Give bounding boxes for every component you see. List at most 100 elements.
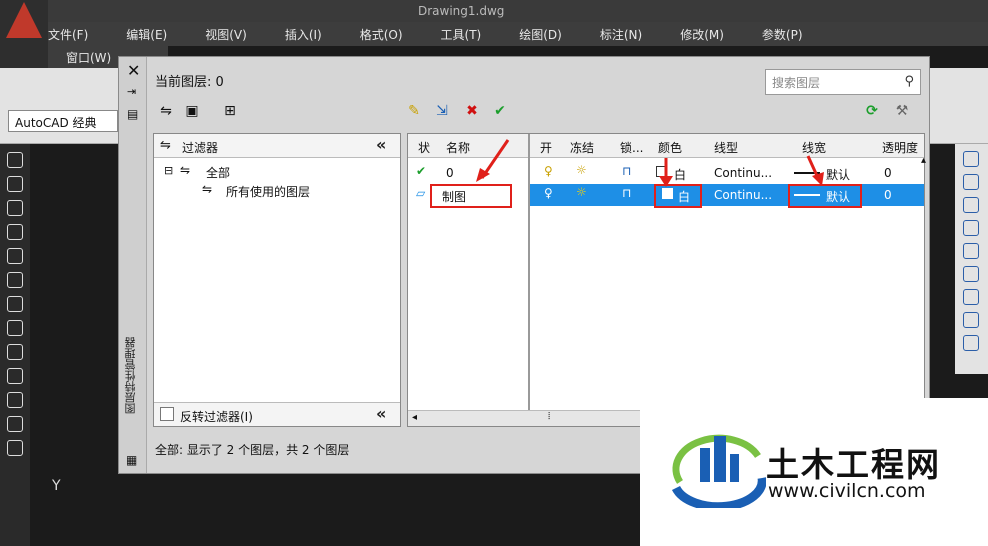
col-name[interactable]: 名称: [446, 139, 470, 156]
annotation-arrow-lineweight: [806, 155, 824, 186]
civilcn-logo-icon: [671, 434, 766, 508]
new-layer-icon[interactable]: ✎: [403, 101, 425, 121]
col-lock[interactable]: 锁...: [620, 139, 643, 156]
search-placeholder: 搜索图层: [772, 76, 821, 90]
watermark-url: www.civilcn.com: [768, 480, 926, 502]
ellipse-icon[interactable]: [7, 368, 23, 384]
bulb-icon[interactable]: ♀: [544, 186, 553, 200]
new-group-filter-icon[interactable]: ▣: [181, 101, 203, 121]
move-icon[interactable]: [963, 266, 979, 282]
menu-item-1[interactable]: 编辑(E): [126, 26, 167, 43]
layer-name[interactable]: 0: [446, 166, 454, 180]
rotate-icon[interactable]: [963, 289, 979, 305]
tree-item-all[interactable]: 全部: [206, 164, 230, 181]
circle-icon[interactable]: [7, 296, 23, 312]
erase-icon[interactable]: [963, 151, 979, 167]
rectangle-icon[interactable]: [7, 248, 23, 264]
bulb-icon[interactable]: ♀: [544, 164, 553, 178]
menu-item-7[interactable]: 标注(N): [600, 26, 642, 43]
col-on[interactable]: 开: [540, 139, 552, 156]
menu-item-9[interactable]: 参数(P): [762, 26, 803, 43]
new-layer-vp-frozen-icon[interactable]: ⇲: [431, 101, 453, 121]
polyline-icon[interactable]: [7, 200, 23, 216]
window-title: Drawing1.dwg: [418, 0, 718, 22]
linetype[interactable]: Continu...: [714, 166, 772, 180]
tree-used-icon: ⇋: [202, 182, 213, 196]
refresh-icon[interactable]: ⟳: [861, 101, 883, 121]
horizontal-scrollbar[interactable]: ◂ ⦙: [408, 410, 642, 426]
watermark: 土木工程网 www.civilcn.com: [640, 398, 988, 546]
app-logo[interactable]: [0, 0, 48, 68]
window-title-text: Drawing1.dwg: [418, 4, 505, 18]
col-color[interactable]: 颜色: [658, 139, 682, 156]
current-layer-label: 当前图层: 0: [155, 75, 224, 90]
search-icon: ⚲: [904, 74, 914, 89]
filter-icon: ⇋: [160, 138, 171, 153]
tree-collapse-icon[interactable]: ⊟: [164, 164, 173, 177]
scroll-thumb-grip-icon[interactable]: ⦙: [548, 411, 550, 422]
sun-icon[interactable]: ☼: [576, 163, 587, 177]
collapse-filter-icon[interactable]: «: [376, 135, 386, 154]
menu-item-6[interactable]: 绘图(D): [519, 26, 562, 43]
menu-item-0[interactable]: 文件(F): [48, 26, 88, 43]
menu-item-8[interactable]: 修改(M): [680, 26, 724, 43]
delete-layer-icon[interactable]: ✖: [461, 101, 483, 121]
properties-icon[interactable]: ▤: [127, 107, 138, 121]
unlock-icon[interactable]: ⊓: [622, 186, 631, 200]
invert-filter-label: 反转过滤器(I): [180, 410, 253, 424]
line-icon[interactable]: [7, 152, 23, 168]
layer-states-manager-icon[interactable]: ⊞: [219, 101, 241, 121]
annotation-arrow-name: [476, 139, 510, 182]
col-linetype[interactable]: 线型: [714, 139, 738, 156]
insert-block-icon[interactable]: [7, 416, 23, 432]
invert-filter-checkbox[interactable]: [160, 407, 174, 421]
mirror-icon[interactable]: [963, 197, 979, 213]
layer-grid: 状 名称 开 冻结 锁... 颜色 线型 线宽 透明度 ✔ 0 ♀ ☼ ⊓ 白 …: [407, 133, 925, 427]
modify-toolbar: [955, 144, 988, 374]
collapse-filter-bottom-icon[interactable]: «: [376, 404, 386, 423]
scroll-left-icon[interactable]: ◂: [412, 412, 417, 423]
sun-icon[interactable]: ☼: [576, 185, 587, 199]
close-icon[interactable]: ✕: [127, 61, 140, 80]
menu-bar: 文件(F) 编辑(E) 视图(V) 插入(I) 格式(O) 工具(T) 绘图(D) 标注(N)…: [48, 22, 988, 46]
col-freeze[interactable]: 冻结: [570, 139, 594, 156]
menu-item-3[interactable]: 插入(I): [285, 26, 322, 43]
current-layer-check-icon: ✔: [416, 164, 427, 178]
transparency[interactable]: 0: [884, 188, 892, 202]
watermark-brand: 土木工程网: [766, 445, 941, 484]
settings-icon[interactable]: ⚒: [891, 101, 913, 121]
linetype[interactable]: Continu...: [714, 188, 772, 202]
draw-toolbar: [0, 144, 30, 546]
col-status[interactable]: 状: [418, 139, 430, 156]
filter-header: ⇋ 过滤器 «: [154, 134, 400, 158]
ellipse-arc-icon[interactable]: [7, 392, 23, 408]
revcloud-icon[interactable]: [7, 320, 23, 336]
menu-item-5[interactable]: 工具(T): [441, 26, 482, 43]
scroll-up-icon[interactable]: ▴: [921, 155, 933, 167]
polygon-icon[interactable]: [7, 224, 23, 240]
autohide-icon[interactable]: ⇥: [127, 85, 136, 98]
menu-item-2[interactable]: 视图(V): [205, 26, 247, 43]
palette-side-strip: ✕ ⇥ ▤ 图层特性管理器 ▦: [119, 57, 147, 473]
scale-icon[interactable]: [963, 312, 979, 328]
menu-window[interactable]: 窗口(W): [66, 49, 111, 66]
offset-icon[interactable]: [963, 220, 979, 236]
palette-title: 图层特性管理器: [124, 337, 137, 414]
arc-icon[interactable]: [7, 272, 23, 288]
unlock-icon[interactable]: ⊓: [622, 164, 631, 178]
workspace-select[interactable]: AutoCAD 经典: [8, 110, 118, 132]
search-input[interactable]: 搜索图层 ⚲: [765, 69, 921, 95]
col-transparency[interactable]: 透明度: [882, 139, 918, 156]
set-current-icon[interactable]: ✔: [489, 101, 511, 121]
make-block-icon[interactable]: [7, 440, 23, 456]
lineweight[interactable]: 默认: [826, 166, 850, 183]
new-property-filter-icon[interactable]: ⇋: [155, 101, 177, 121]
stretch-icon[interactable]: [963, 335, 979, 351]
spline-icon[interactable]: [7, 344, 23, 360]
construction-line-icon[interactable]: [7, 176, 23, 192]
copy-icon[interactable]: [963, 174, 979, 190]
transparency[interactable]: 0: [884, 166, 892, 180]
tree-item-used[interactable]: 所有使用的图层: [226, 183, 310, 200]
array-icon[interactable]: [963, 243, 979, 259]
menu-item-4[interactable]: 格式(O): [360, 26, 403, 43]
